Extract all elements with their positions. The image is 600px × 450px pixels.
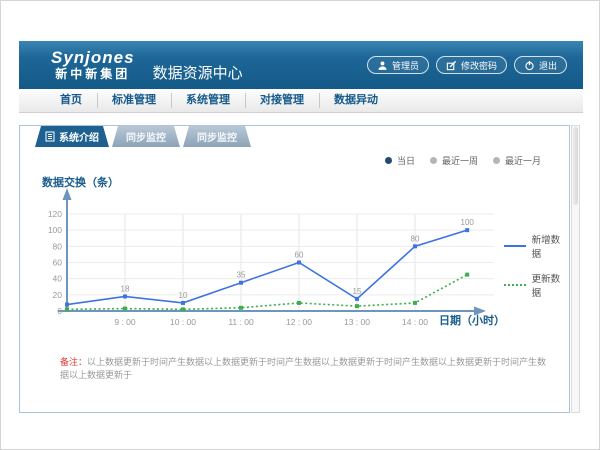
scrollbar-track[interactable]: [571, 125, 580, 413]
filter-label: 最近一周: [442, 154, 478, 167]
document-icon: [45, 131, 55, 142]
change-password-button[interactable]: 修改密码: [436, 56, 507, 74]
user-icon: [377, 60, 388, 71]
app-header: Synjones 新中新集团 数据资源中心 管理员 修改密码: [19, 41, 583, 89]
header-actions: 管理员 修改密码 退出: [367, 56, 567, 74]
line-chart: 0 20 40 60 80 100 120 9 : 00 10 : 00 11 : 00 12 : …: [42, 172, 512, 332]
radio-selected-icon[interactable]: [385, 157, 392, 164]
data-point: [413, 301, 417, 305]
filter-last-month[interactable]: 最近一月: [493, 154, 541, 167]
data-point: [181, 307, 185, 311]
data-point: [297, 301, 301, 305]
logo-secondary: 新中新集团: [51, 68, 135, 81]
data-label: 35: [237, 271, 246, 280]
chart-x-axis-title: 日期（小时）: [439, 312, 505, 328]
data-point: [413, 244, 417, 248]
tab-bar: 系统介绍 同步监控 同步监控: [35, 126, 251, 147]
data-label: 15: [353, 287, 362, 296]
data-point: [181, 301, 185, 305]
logo-primary: Synjones: [51, 49, 135, 68]
legend-label: 新增数据: [532, 232, 569, 260]
footnote: 备注：以上数据更新于时间产生数据以上数据更新于时间产生数据以上数据更新于时间产生…: [60, 356, 548, 382]
x-tick-label: 9 : 00: [114, 317, 136, 327]
y-tick-label: 60: [53, 258, 63, 268]
x-tick-label: 12 : 00: [286, 317, 312, 327]
admin-button[interactable]: 管理员: [367, 56, 429, 74]
filter-label: 当日: [397, 154, 415, 167]
y-tick-label: 100: [48, 225, 62, 235]
scrollbar-thumb[interactable]: [573, 127, 578, 205]
time-range-filters: 当日 最近一周 最近一月: [385, 154, 541, 167]
data-point: [65, 303, 69, 307]
x-tick-label: 13 : 00: [344, 317, 370, 327]
dotted-line-swatch: [504, 284, 526, 286]
x-tick-label: 11 : 00: [228, 317, 254, 327]
data-label: 80: [411, 234, 420, 243]
filter-last-week[interactable]: 最近一周: [430, 154, 478, 167]
logout-button[interactable]: 退出: [514, 56, 567, 74]
filter-today[interactable]: 当日: [385, 154, 415, 167]
radio-icon[interactable]: [493, 157, 500, 164]
tab-label: 系统介绍: [59, 129, 99, 144]
y-tick-label: 80: [53, 241, 63, 251]
radio-icon[interactable]: [430, 157, 437, 164]
nav-item-home[interactable]: 首页: [45, 89, 97, 112]
nav-item-interface-mgmt[interactable]: 对接管理: [245, 89, 319, 112]
data-point: [297, 261, 301, 265]
chart-legend: 新增数据 更新数据: [504, 232, 569, 299]
change-password-button-label: 修改密码: [461, 59, 497, 72]
y-tick-label: 0: [57, 306, 62, 316]
content-panel: 系统介绍 同步监控 同步监控 当日 最近一周 最近一月 数据交换（条）: [19, 125, 570, 413]
data-point: [65, 307, 69, 311]
data-point: [239, 306, 243, 310]
data-label: 100: [461, 218, 475, 227]
nav-item-data-change[interactable]: 数据异动: [319, 89, 393, 112]
tab-sync-monitor-1[interactable]: 同步监控: [112, 126, 180, 147]
nav-item-system-mgmt[interactable]: 系统管理: [171, 89, 245, 112]
legend-item-update-data: 更新数据: [504, 271, 569, 299]
tab-label: 同步监控: [126, 129, 166, 144]
data-label: 60: [295, 251, 304, 260]
data-point: [465, 273, 469, 277]
x-tick-label: 10 : 00: [170, 317, 196, 327]
main-nav: 首页 标准管理 系统管理 对接管理 数据异动: [19, 89, 583, 113]
data-point: [465, 228, 469, 232]
tab-label: 同步监控: [197, 129, 237, 144]
tab-sync-monitor-2[interactable]: 同步监控: [183, 126, 251, 147]
logout-icon: [524, 60, 535, 71]
data-point: [355, 297, 359, 301]
data-point: [355, 304, 359, 308]
filter-label: 最近一月: [505, 154, 541, 167]
legend-label: 更新数据: [532, 271, 569, 299]
footnote-prefix: 备注：: [60, 357, 87, 367]
y-tick-label: 120: [48, 209, 62, 219]
nav-item-standard-mgmt[interactable]: 标准管理: [97, 89, 171, 112]
data-label: 10: [179, 291, 188, 300]
y-tick-label: 40: [53, 274, 63, 284]
page-title: 数据资源中心: [153, 62, 243, 83]
x-tick-label: 14 : 00: [402, 317, 428, 327]
data-point: [123, 294, 127, 298]
footnote-text: 以上数据更新于时间产生数据以上数据更新于时间产生数据以上数据更新于时间产生数据以…: [60, 357, 546, 380]
tab-system-intro[interactable]: 系统介绍: [35, 126, 109, 147]
admin-button-label: 管理员: [392, 59, 419, 72]
y-tick-label: 20: [53, 290, 63, 300]
page: Synjones 新中新集团 数据资源中心 管理员 修改密码: [0, 0, 600, 450]
logo: Synjones 新中新集团: [51, 49, 135, 81]
edit-icon: [446, 60, 457, 71]
y-axis-arrow: [63, 188, 72, 200]
data-point: [123, 307, 127, 311]
logout-button-label: 退出: [539, 59, 557, 72]
data-label: 18: [121, 284, 130, 293]
legend-item-new-data: 新增数据: [504, 232, 569, 260]
data-point: [239, 281, 243, 285]
solid-line-swatch: [504, 245, 526, 247]
